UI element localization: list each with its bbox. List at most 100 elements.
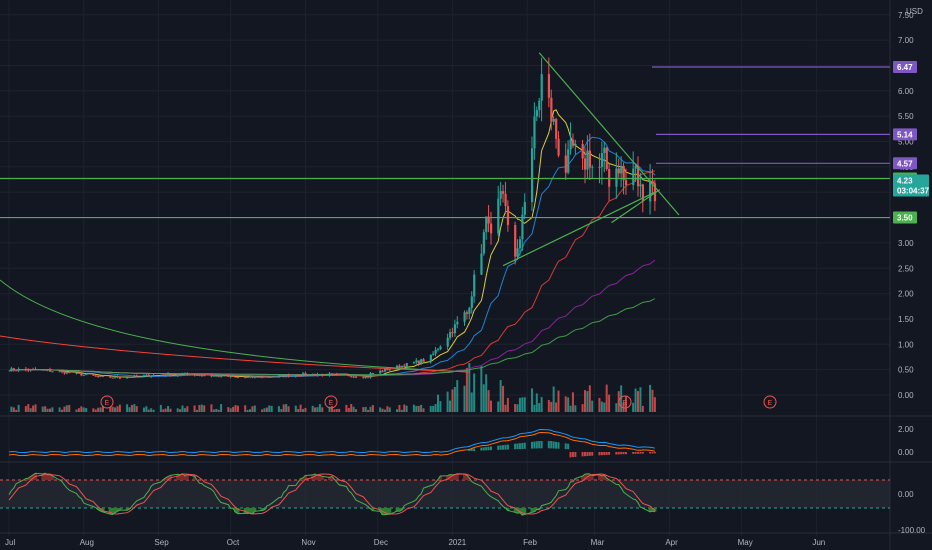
volume-bar — [41, 406, 44, 412]
currency-label: USD — [906, 7, 923, 16]
candle-body — [147, 374, 150, 377]
volume-bar — [77, 408, 80, 412]
earnings-marker[interactable]: E — [100, 395, 114, 409]
candle-body — [581, 143, 584, 159]
volume-bar — [482, 384, 485, 412]
volume-bar — [147, 409, 150, 412]
candle-body — [116, 376, 119, 378]
volume-bar — [463, 385, 466, 412]
price-tick-label: 2.50 — [898, 264, 914, 273]
candle-body — [350, 376, 353, 378]
candle-body — [99, 375, 102, 377]
volume-bar — [487, 390, 490, 412]
histogram-bar — [622, 452, 625, 455]
volume-bar — [75, 409, 78, 412]
candle-body — [615, 168, 618, 187]
candle-body — [557, 138, 560, 156]
candle-body — [195, 374, 199, 376]
histogram-bar — [615, 452, 618, 455]
volume-bar — [145, 406, 148, 412]
volume-bar — [287, 406, 290, 412]
candle-body — [135, 375, 138, 377]
overbought-fill — [590, 475, 594, 480]
volume-bar — [514, 404, 517, 412]
candle-body — [355, 376, 358, 378]
histogram-bar — [550, 441, 553, 449]
volume-bar — [181, 405, 184, 412]
candle-body — [550, 97, 553, 122]
volume-bar — [280, 409, 283, 412]
candle-body — [268, 376, 271, 378]
volume-bar — [268, 405, 271, 412]
volume-bar — [203, 405, 206, 412]
volume-bar — [552, 386, 555, 412]
candle-body — [253, 376, 257, 378]
candle-body — [94, 375, 97, 377]
volume-bar — [453, 387, 456, 412]
histogram-bar — [653, 452, 656, 454]
candle-body — [624, 180, 628, 186]
histogram-bar — [574, 452, 577, 457]
candle-body — [470, 296, 473, 308]
histogram-bar — [530, 441, 533, 449]
volume-bar — [371, 405, 374, 412]
candle-body — [44, 369, 47, 371]
candle-body — [152, 375, 155, 377]
histogram-bar — [540, 441, 543, 449]
histogram-bar — [564, 443, 567, 450]
volume-bar — [270, 405, 273, 412]
candle-body — [130, 376, 134, 378]
volume-bar — [502, 385, 505, 412]
candle-body — [456, 321, 459, 325]
candle-body — [591, 166, 594, 168]
candle-body — [128, 376, 131, 378]
candle-body — [405, 363, 408, 367]
histogram-bar — [639, 452, 642, 454]
candle-body — [328, 373, 331, 376]
histogram-bar — [620, 452, 623, 455]
candle-body — [82, 374, 85, 376]
volume-bar — [379, 407, 382, 412]
price-chart[interactable]: EEEE 2.000.00 0.00-100.00 7.507.006.506.… — [0, 0, 932, 550]
price-tag-label: 5.14 — [897, 130, 913, 139]
candle-body — [555, 119, 558, 139]
candle-body — [499, 191, 502, 199]
earnings-marker[interactable]: E — [324, 395, 338, 409]
candle-body — [588, 150, 592, 168]
earnings-marker[interactable]: E — [763, 395, 777, 409]
trend-drawings[interactable] — [0, 52, 890, 267]
time-tick-label: Aug — [80, 538, 94, 547]
volume-bar — [61, 409, 64, 412]
candle-body — [97, 375, 100, 377]
volume-bar — [451, 389, 454, 412]
volume-bar — [304, 407, 307, 412]
volume-bar — [198, 405, 201, 412]
candle-body — [381, 370, 384, 372]
volume-bar — [396, 409, 399, 412]
candle-body — [398, 365, 401, 368]
chart-root[interactable]: EEEE 2.000.00 0.00-100.00 7.507.006.506.… — [0, 0, 932, 550]
price-axis[interactable]: 7.507.006.506.005.505.004.504.003.503.00… — [893, 11, 930, 400]
candle-body — [176, 374, 179, 376]
candle-body — [333, 373, 336, 375]
volume-bar — [217, 409, 220, 412]
price-tick-label: 3.00 — [898, 239, 914, 248]
volume-bar — [316, 407, 319, 412]
volume-bar — [470, 392, 473, 412]
candle-body — [473, 274, 476, 297]
candle-body — [518, 239, 522, 249]
volume-bar — [249, 409, 251, 412]
time-axis[interactable]: Jul Aug Sep Oct Nov Dec 2021 Feb Mar Apr May Jun — [5, 538, 825, 547]
volume-bar — [550, 401, 553, 412]
volume-bar — [159, 404, 162, 412]
candle-body — [164, 374, 167, 376]
time-tick-label: Jun — [812, 538, 825, 547]
histogram-bar — [651, 452, 654, 454]
histogram-bar — [485, 447, 488, 451]
candle-body — [538, 100, 541, 111]
candle-body — [246, 376, 249, 378]
histogram-bar — [588, 452, 591, 456]
candle-body — [482, 232, 485, 254]
candle-body — [27, 369, 30, 371]
volume-bar — [17, 404, 20, 412]
